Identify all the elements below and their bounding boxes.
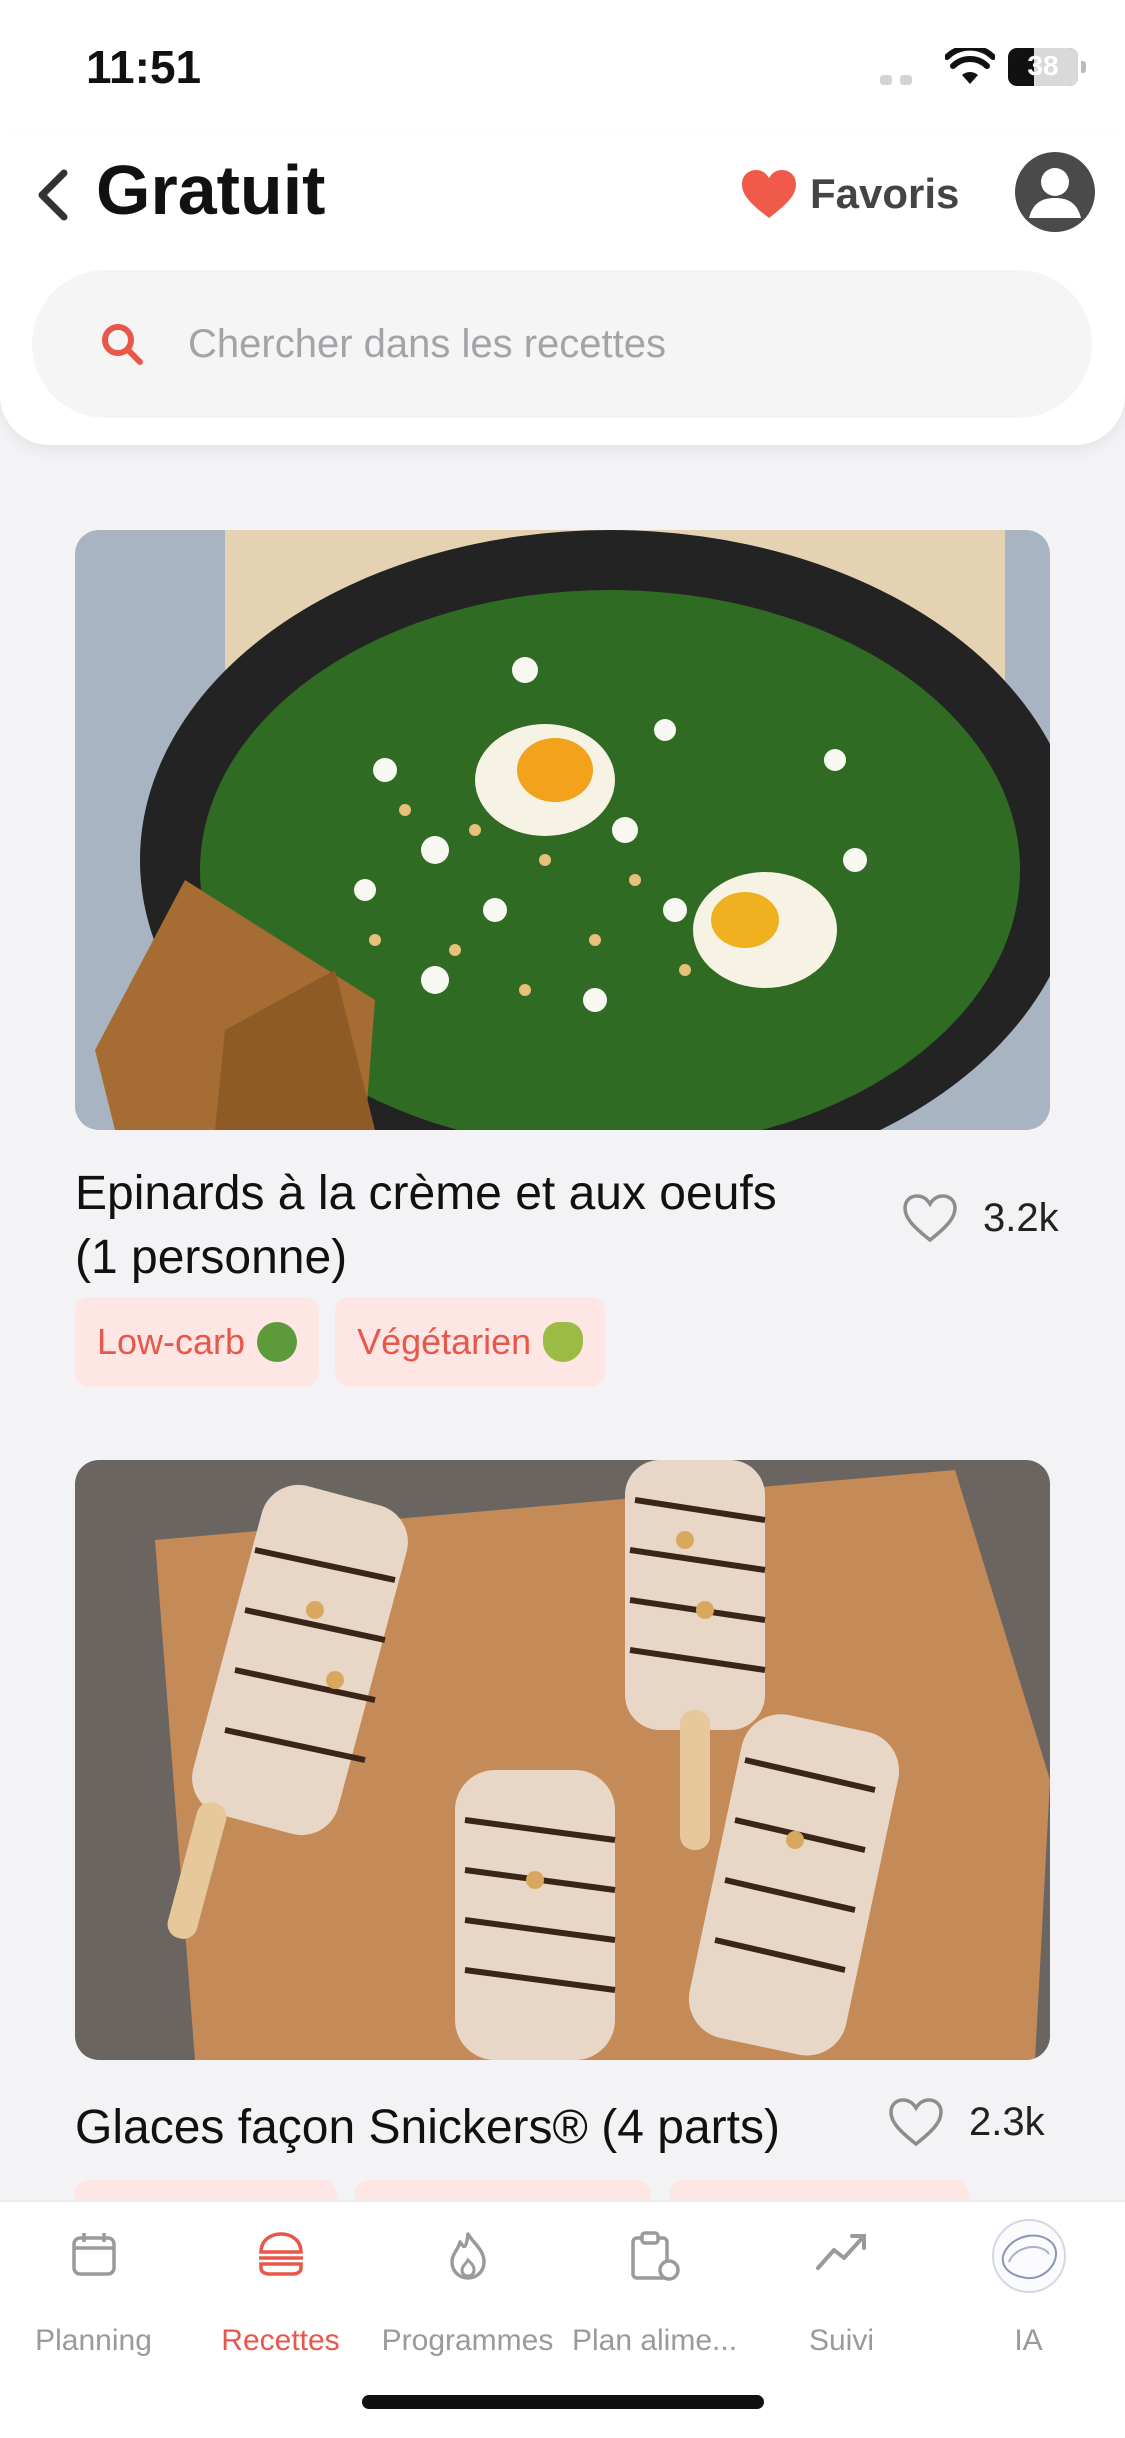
tab-label: Suivi (808, 2324, 875, 2357)
search-input[interactable]: Chercher dans les recettes (32, 270, 1092, 418)
recipe-title-line1[interactable]: Epinards à la crème et aux oeufs (75, 1162, 777, 1226)
search-icon (102, 324, 143, 365)
cellular-signal-icon (880, 72, 920, 90)
tag-chip-partial[interactable] (355, 2180, 651, 2200)
battery-level: 38 (1027, 50, 1059, 81)
ai-orb-icon (991, 2219, 1066, 2293)
tab-meal-plan[interactable]: Plan alime... (561, 2202, 748, 2402)
search-placeholder: Chercher dans les recettes (188, 321, 667, 366)
clipboard-icon (630, 2231, 680, 2281)
header: Gratuit Favoris Chercher dans les recett… (0, 130, 1125, 445)
trend-icon (815, 2234, 866, 2270)
heart-outline-icon (889, 2098, 943, 2147)
recipe-image-spinach-eggs[interactable] (75, 530, 1050, 1130)
tab-recipes[interactable]: Recettes (187, 2202, 374, 2402)
like-button[interactable]: 2.3k (887, 2096, 1045, 2148)
tag-low-carb[interactable]: Low-carb (75, 1297, 320, 1387)
tab-label: Programmes (381, 2324, 554, 2357)
favorites-button[interactable]: Favoris (740, 168, 959, 220)
tag-label: Low-carb (97, 1321, 246, 1362)
like-count: 2.3k (969, 2099, 1045, 2144)
tab-tracking[interactable]: Suivi (748, 2202, 935, 2402)
tab-label: Plan alime... (571, 2324, 738, 2357)
tag-chip-partial[interactable] (75, 2180, 337, 2200)
user-icon (1029, 168, 1081, 218)
recipe-title-line1[interactable]: Glaces façon Snickers® (4 parts) (75, 2096, 780, 2160)
tag-label: Végétarien (357, 1321, 532, 1362)
favorites-label: Favoris (810, 170, 960, 217)
status-time: 11:51 (86, 41, 202, 93)
wifi-icon (945, 48, 995, 84)
salad-icon (257, 1322, 298, 1362)
avatar[interactable] (1015, 152, 1095, 232)
tab-ai[interactable]: IA (935, 2202, 1122, 2402)
back-chevron-icon[interactable] (34, 165, 74, 225)
burger-icon (258, 2232, 303, 2276)
tab-programs[interactable]: Programmes (374, 2202, 561, 2402)
heart-filled-icon (742, 170, 796, 218)
avocado-icon (543, 1322, 584, 1362)
page-title: Gratuit (96, 151, 326, 229)
recipe-title-line2[interactable]: (1 personne) (75, 1226, 347, 1290)
tag-chip-partial[interactable] (669, 2180, 969, 2200)
like-button[interactable]: 3.2k (901, 1192, 1059, 1244)
calendar-icon (71, 2233, 116, 2276)
recipe-image-snickers-popsicles[interactable] (75, 1460, 1050, 2060)
home-indicator (362, 2395, 764, 2409)
tab-label: Planning (35, 2324, 152, 2357)
battery-icon: 38 (1008, 48, 1086, 86)
tag-list: Low-carb Végétarien (75, 1297, 606, 1387)
flame-icon (449, 2232, 486, 2280)
heart-outline-icon (903, 1194, 957, 1243)
like-count: 3.2k (983, 1195, 1059, 1240)
tag-vegetarian[interactable]: Végétarien (335, 1297, 606, 1387)
tab-label: IA (1014, 2324, 1043, 2357)
tab-planning[interactable]: Planning (0, 2202, 187, 2402)
status-bar: 11:51 38 (0, 0, 1125, 130)
tab-label: Recettes (221, 2324, 340, 2357)
